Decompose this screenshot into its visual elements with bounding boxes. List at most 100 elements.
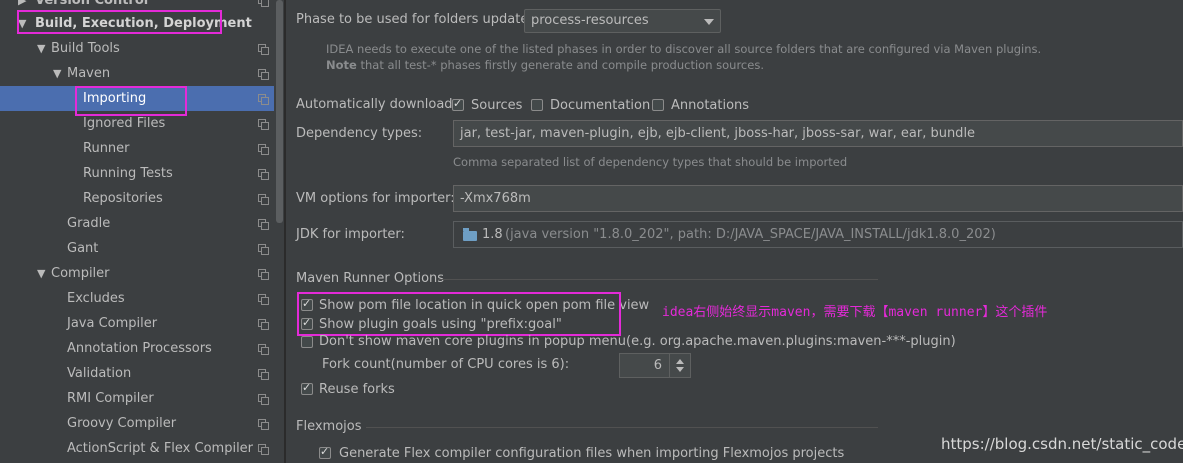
watermark-text: https://blog.csdn.net/static_coder: [941, 435, 1183, 453]
sidebar-scrollbar-thumb[interactable]: [276, 0, 283, 223]
fork-count-value: 6: [653, 358, 662, 373]
folder-icon: [463, 228, 477, 241]
jdk-label: JDK for importer:: [296, 227, 405, 242]
tree-item-label: ActionScript & Flex Compiler: [67, 441, 254, 456]
expanded-arrow-icon[interactable]: ▼: [37, 261, 45, 286]
sources-checkbox[interactable]: [452, 97, 464, 111]
highlight-box-build-execution: [17, 10, 222, 34]
expanded-arrow-icon[interactable]: ▼: [53, 61, 61, 86]
reuse-forks-label[interactable]: Reuse forks: [319, 382, 395, 397]
flexmojos-section-title: Flexmojos: [296, 419, 362, 434]
hint-note-text: that all test-* phases firstly generate …: [356, 58, 764, 72]
generate-flex-config-checkbox[interactable]: [319, 445, 331, 459]
tree-item-label: Validation: [67, 366, 132, 381]
tree-item-label: Annotation Processors: [67, 341, 212, 356]
chevron-down-icon: [704, 19, 714, 25]
copy-settings-icon: [258, 194, 269, 205]
settings-tree: ▶ Version Control ▼ Build, Execution, De…: [0, 0, 284, 463]
jdk-selector[interactable]: 1.8 (java version "1.8.0_202", path: D:/…: [453, 221, 1183, 248]
dependency-types-label: Dependency types:: [296, 126, 423, 141]
tree-item-label: Build Tools: [51, 41, 120, 56]
tree-item-label: Repositories: [83, 191, 163, 206]
copy-settings-icon: [258, 444, 269, 455]
dependency-types-input[interactable]: jar, test-jar, maven-plugin, ejb, ejb-cl…: [453, 120, 1183, 147]
auto-download-label: Automatically download:: [296, 97, 457, 112]
tree-item-gant[interactable]: Gant: [0, 236, 274, 261]
spinner-buttons[interactable]: [669, 354, 690, 377]
maven-importing-panel: Phase to be used for folders update: pro…: [286, 0, 1183, 463]
copy-settings-icon: [258, 119, 269, 130]
documentation-label[interactable]: Documentation: [550, 98, 650, 113]
tree-item-groovy-compiler[interactable]: Groovy Compiler: [0, 411, 274, 436]
phase-hint-line1: IDEA needs to execute one of the listed …: [326, 42, 1042, 56]
copy-settings-icon: [258, 344, 269, 355]
phase-dropdown-value: process-resources: [531, 13, 649, 28]
tree-item-label: RMI Compiler: [67, 391, 154, 406]
copy-settings-icon: [258, 94, 269, 105]
runner-section-separator: [438, 279, 878, 280]
tree-item-maven[interactable]: ▼ Maven: [0, 61, 274, 86]
tree-item-label: Gant: [67, 241, 99, 256]
hint-note-label: Note: [326, 58, 357, 72]
tree-item-actionscript-flex-compiler[interactable]: ActionScript & Flex Compiler: [0, 436, 274, 461]
tree-item-compiler[interactable]: ▼ Compiler: [0, 261, 274, 286]
hide-core-plugins-checkbox[interactable]: [301, 336, 313, 348]
highlight-box-runner-options: [297, 292, 621, 336]
annotation-note: idea右侧始终显示maven，需要下载【maven runner】这个插件: [662, 305, 1048, 320]
tree-item-label: Java Compiler: [67, 316, 158, 331]
tree-item-label: Runner: [83, 141, 130, 156]
phase-hint-line2: Note that all test-* phases firstly gene…: [326, 58, 764, 72]
copy-settings-icon: [258, 419, 269, 430]
copy-settings-icon: [258, 269, 269, 280]
tree-item-label: Compiler: [51, 266, 110, 281]
fork-count-label: Fork count(number of CPU cores is 6):: [322, 357, 570, 372]
tree-item-rmi-compiler[interactable]: RMI Compiler: [0, 386, 274, 411]
vm-options-input[interactable]: -Xmx768m: [453, 185, 1183, 212]
flexmojos-section-separator: [366, 427, 878, 428]
tree-item-repositories[interactable]: Repositories: [0, 186, 274, 211]
copy-settings-icon: [258, 0, 269, 7]
annotations-checkbox[interactable]: [652, 99, 664, 111]
tree-item-java-compiler[interactable]: Java Compiler: [0, 311, 274, 336]
copy-settings-icon: [258, 294, 269, 305]
documentation-checkbox[interactable]: [531, 99, 543, 111]
runner-section-title: Maven Runner Options: [296, 271, 445, 286]
phase-label: Phase to be used for folders update:: [296, 12, 533, 27]
jdk-version: 1.8: [482, 227, 503, 242]
vm-options-label: VM options for importer:: [296, 191, 455, 206]
jdk-detail: (java version "1.8.0_202", path: D:/JAVA…: [505, 227, 996, 242]
copy-settings-icon: [258, 144, 269, 155]
copy-settings-icon: [258, 69, 269, 80]
copy-settings-icon: [258, 319, 269, 330]
expanded-arrow-icon[interactable]: ▼: [37, 36, 45, 61]
spinner-up-icon[interactable]: [676, 359, 684, 364]
sources-label[interactable]: Sources: [471, 98, 522, 113]
highlight-box-importing: [75, 86, 187, 116]
spinner-down-icon[interactable]: [676, 367, 684, 372]
copy-settings-icon: [258, 44, 269, 55]
tree-item-running-tests[interactable]: Running Tests: [0, 161, 274, 186]
copy-settings-icon: [258, 244, 269, 255]
hide-core-plugins-label[interactable]: Don't show maven core plugins in popup m…: [319, 334, 956, 349]
copy-settings-icon: [258, 394, 269, 405]
tree-item-runner[interactable]: Runner: [0, 136, 274, 161]
tree-item-gradle[interactable]: Gradle: [0, 211, 274, 236]
tree-item-validation[interactable]: Validation: [0, 361, 274, 386]
copy-settings-icon: [258, 369, 269, 380]
copy-settings-icon: [258, 219, 269, 230]
copy-settings-icon: [258, 169, 269, 180]
reuse-forks-checkbox[interactable]: [301, 381, 313, 395]
dependency-types-hint: Comma separated list of dependency types…: [453, 155, 848, 169]
tree-item-label: Groovy Compiler: [67, 416, 177, 431]
tree-item-excludes[interactable]: Excludes: [0, 286, 274, 311]
phase-dropdown[interactable]: process-resources: [524, 9, 721, 33]
tree-item-label: Gradle: [67, 216, 111, 231]
tree-item-label: Maven: [67, 66, 111, 81]
generate-flex-config-label[interactable]: Generate Flex compiler configuration fil…: [339, 446, 844, 461]
fork-count-spinner[interactable]: 6: [619, 353, 691, 378]
annotations-label[interactable]: Annotations: [671, 98, 749, 113]
tree-item-label: Excludes: [67, 291, 125, 306]
tree-item-label: Running Tests: [83, 166, 173, 181]
tree-item-annotation-processors[interactable]: Annotation Processors: [0, 336, 274, 361]
tree-item-build-tools[interactable]: ▼ Build Tools: [0, 36, 274, 61]
